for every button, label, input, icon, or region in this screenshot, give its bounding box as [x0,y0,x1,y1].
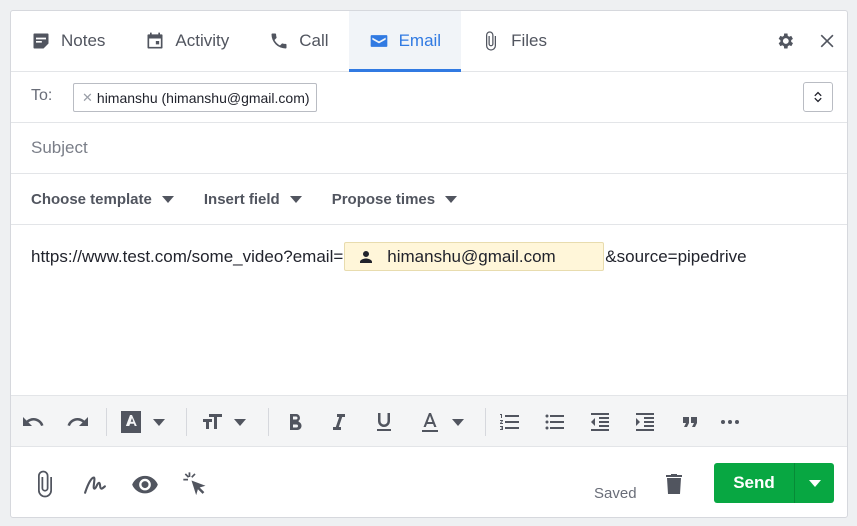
subject-row [11,123,847,174]
text-color-icon [422,413,438,432]
indent-button[interactable] [633,410,657,434]
person-icon [360,250,373,263]
toolbar-divider [106,408,107,436]
subject-input[interactable] [31,136,811,160]
to-row: To: ✕ himanshu (himanshu@gmail.com) [11,72,847,123]
dropdown-label: Choose template [31,190,152,208]
tab-label: Activity [175,31,230,50]
more-button[interactable] [718,410,742,434]
bulleted-list-icon [545,414,564,430]
preview-button[interactable] [130,469,160,499]
phone-icon [271,33,287,49]
send-button[interactable]: Send [714,463,794,503]
caret-down-icon [234,418,246,426]
cursor-click-icon [183,472,206,496]
tab-tools [775,11,837,71]
composer-tabs: Notes Activity Call Email Files [11,11,847,72]
send-button-group: Send [714,463,834,503]
caret-down-icon [161,195,174,203]
paperclip-icon [486,31,497,51]
body-line: https://www.test.com/some_video?email= h… [31,242,747,271]
toolbar-divider [268,408,269,436]
signature-button[interactable] [80,469,110,499]
trash-icon [666,474,682,494]
numbered-list-icon [500,414,519,430]
redo-icon [67,417,88,426]
italic-icon [333,414,345,430]
underline-button[interactable] [372,410,396,434]
chevron-up-down-icon [814,91,822,103]
caret-down-icon [153,418,165,426]
tab-files[interactable]: Files [461,11,567,71]
tab-label: Files [511,31,547,50]
remove-recipient-icon[interactable]: ✕ [82,90,93,106]
numbered-list-button[interactable] [498,410,522,434]
bulleted-list-button[interactable] [543,410,567,434]
caret-down-icon [452,418,464,426]
eye-icon [132,475,158,494]
calendar-icon [147,32,163,49]
envelope-icon [370,35,387,47]
body-text-prefix: https://www.test.com/some_video?email= [31,246,344,266]
font-size-button[interactable] [200,410,246,434]
template-bar: Choose template Insert field Propose tim… [11,174,847,225]
insert-field-dropdown[interactable]: Insert field [204,191,302,208]
saved-status: Saved [594,485,637,502]
caret-down-icon [289,195,302,203]
bold-button[interactable] [283,410,307,434]
italic-button[interactable] [327,410,351,434]
outdent-icon [591,413,609,431]
signature-icon [84,476,106,494]
highlight-color-button[interactable] [119,410,165,434]
dropdown-label: Insert field [203,190,280,208]
recipient-text: himanshu (himanshu@gmail.com) [96,89,310,106]
more-icon [721,420,739,424]
body-text-suffix: &source=pipedrive [605,246,747,266]
highlight-color-icon [121,411,141,433]
choose-template-dropdown[interactable]: Choose template [31,191,174,208]
bottom-bar: Saved Send [11,447,847,517]
email-body[interactable]: https://www.test.com/some_video?email= h… [11,225,847,395]
caret-down-icon [808,479,821,487]
notes-icon [33,33,49,49]
bold-icon [290,414,302,431]
quote-icon [683,417,697,427]
undo-button[interactable] [21,410,45,434]
toolbar-divider [485,408,486,436]
propose-times-dropdown[interactable]: Propose times [331,190,458,208]
tab-email[interactable]: Email [348,11,462,72]
gear-icon[interactable] [775,31,795,51]
tab-label: Email [398,31,442,50]
undo-icon [23,417,44,426]
close-icon[interactable] [817,31,837,51]
track-clicks-button[interactable] [180,469,210,499]
delete-draft-button[interactable] [661,469,687,499]
tab-label: Notes [61,31,106,50]
merge-field-value: himanshu@gmail.com [387,246,556,266]
indent-icon [636,413,654,431]
toolbar-divider [186,408,187,436]
send-options-button[interactable] [794,463,834,503]
merge-field-pill[interactable]: himanshu@gmail.com [344,242,605,271]
text-color-button[interactable] [418,410,464,434]
tab-call[interactable]: Call [249,11,348,71]
tab-activity[interactable]: Activity [125,11,249,71]
underline-icon [377,413,391,431]
recipient-chip[interactable]: ✕ himanshu (himanshu@gmail.com) [73,83,317,112]
dropdown-label: Propose times [331,190,436,208]
format-toolbar [11,395,847,447]
attach-button[interactable] [30,469,60,499]
expand-recipients-button[interactable] [803,82,833,112]
to-label: To: [31,87,53,104]
tab-notes[interactable]: Notes [11,11,125,71]
paperclip-icon [38,470,52,498]
outdent-button[interactable] [588,410,612,434]
email-composer: Notes Activity Call Email Files To: ✕ hi… [10,10,848,518]
font-size-icon [203,414,222,429]
quote-button[interactable] [678,410,702,434]
redo-button[interactable] [66,410,90,434]
caret-down-icon [445,195,458,203]
tab-label: Call [299,31,329,50]
